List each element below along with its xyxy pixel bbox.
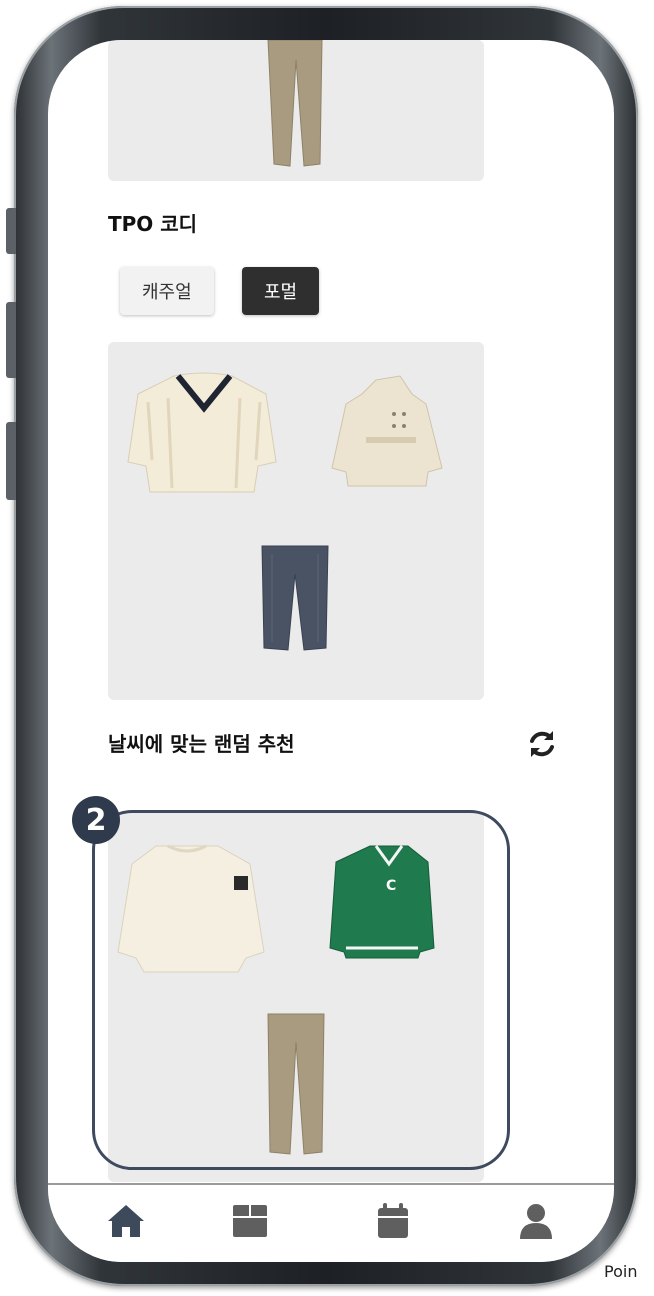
tpo-outfit-card[interactable] (108, 342, 484, 700)
volume-up-button (6, 302, 16, 378)
tab-formal[interactable]: 포멀 (242, 267, 320, 315)
dark-trousers-image (261, 545, 329, 651)
highlight-box (92, 810, 510, 1170)
user-icon[interactable] (516, 1201, 556, 1241)
calendar-icon[interactable] (373, 1201, 413, 1241)
mute-switch (6, 208, 16, 254)
cable-knit-sweater-image (127, 372, 277, 493)
random-section-title: 날씨에 맞는 랜덤 추천 (108, 732, 295, 756)
step-badge: 2 (72, 796, 120, 844)
tab-casual[interactable]: 캐주얼 (120, 267, 214, 315)
outfit-images (127, 372, 443, 651)
trench-coat-image (331, 375, 443, 487)
outfit-card-top[interactable] (108, 40, 484, 181)
pants-image (267, 40, 323, 167)
box-icon[interactable] (230, 1201, 270, 1241)
tpo-section-title: TPO 코디 (108, 212, 198, 236)
bottom-nav (48, 1183, 614, 1262)
refresh-icon[interactable] (526, 728, 558, 760)
home-icon[interactable] (106, 1201, 146, 1241)
volume-down-button (6, 422, 16, 500)
corner-text-fragment: Poin (604, 1262, 638, 1281)
